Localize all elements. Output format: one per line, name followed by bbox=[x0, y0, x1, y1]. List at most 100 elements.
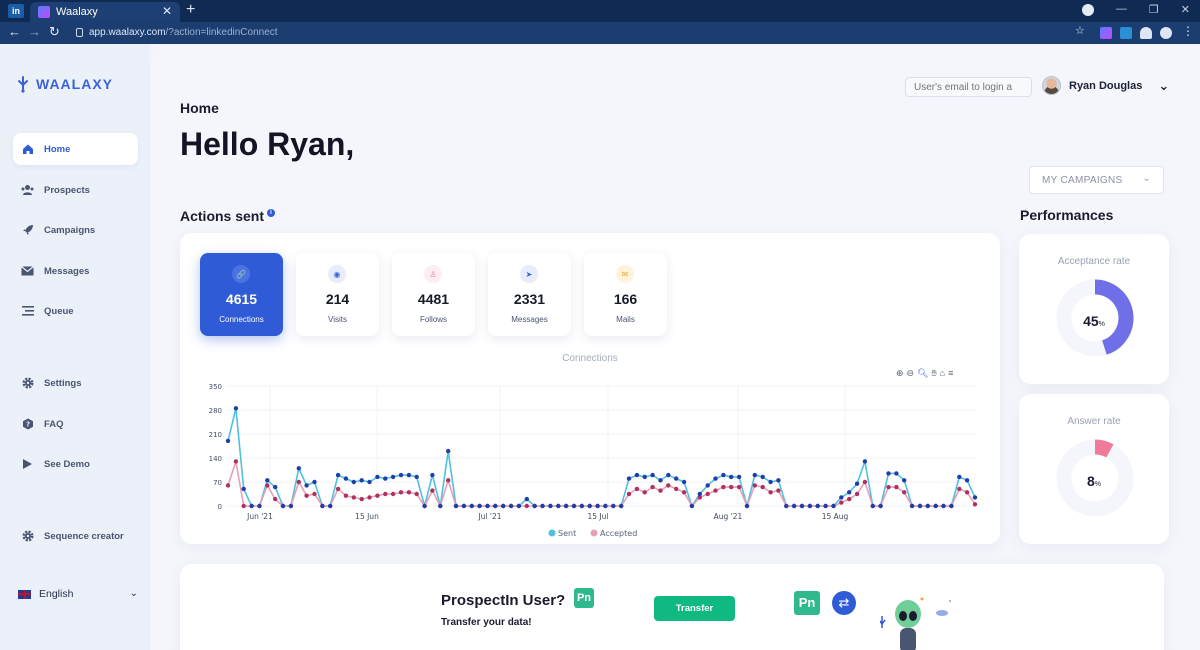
data-point-sent bbox=[705, 483, 710, 488]
data-point-accepted bbox=[658, 488, 663, 493]
sidebar-item-see-demo[interactable]: See Demo bbox=[13, 448, 138, 480]
data-point-sent bbox=[469, 503, 474, 509]
sidebar: WAALAXY Home Prospects Campaigns Message… bbox=[0, 44, 150, 650]
transfer-button[interactable]: Transfer bbox=[654, 596, 735, 621]
sidebar-item-campaigns[interactable]: Campaigns bbox=[13, 214, 138, 246]
sidebar-item-label: Messages bbox=[44, 265, 90, 277]
stat-value: 4615 bbox=[225, 291, 258, 307]
data-point-accepted bbox=[634, 486, 640, 492]
waalaxy-logo[interactable]: WAALAXY bbox=[16, 75, 113, 93]
svg-text:?: ? bbox=[25, 421, 29, 429]
data-point-accepted bbox=[964, 490, 970, 495]
data-point-sent bbox=[257, 503, 262, 509]
sidebar-item-label: Queue bbox=[44, 305, 74, 317]
y-tick-label: 210 bbox=[209, 431, 222, 439]
data-point-accepted bbox=[681, 490, 687, 495]
y-tick-label: 140 bbox=[209, 455, 222, 463]
chevron-down-icon: ⌄ bbox=[129, 588, 138, 599]
y-tick-label: 70 bbox=[213, 479, 222, 487]
campaigns-dropdown[interactable]: MY CAMPAIGNS ⌄ bbox=[1029, 166, 1164, 194]
info-icon[interactable]: i bbox=[267, 209, 276, 217]
data-point-accepted bbox=[233, 459, 239, 464]
sidebar-item-label: Prospects bbox=[44, 184, 90, 196]
sidebar-item-home[interactable]: Home bbox=[13, 133, 138, 165]
data-point-sent bbox=[430, 472, 435, 478]
sidebar-item-messages[interactable]: Messages bbox=[13, 255, 138, 287]
data-point-sent bbox=[807, 503, 813, 509]
profile-dot-icon[interactable] bbox=[1081, 4, 1094, 16]
data-point-sent bbox=[909, 503, 915, 509]
tab-title: Waalaxy bbox=[56, 6, 98, 18]
profile-icon[interactable] bbox=[1160, 27, 1172, 39]
reload-icon[interactable]: ↻ bbox=[49, 24, 60, 40]
transfer-subtitle: Transfer your data! bbox=[441, 617, 532, 628]
data-point-accepted bbox=[839, 500, 844, 505]
actions-sent-title: Actions sent bbox=[180, 208, 265, 224]
waalaxy-extension-icon[interactable] bbox=[1100, 27, 1112, 39]
back-icon[interactable]: ← bbox=[8, 24, 21, 39]
extension-icon[interactable] bbox=[1120, 27, 1132, 39]
data-point-sent bbox=[493, 503, 498, 509]
data-point-sent bbox=[438, 503, 443, 509]
data-point-sent bbox=[406, 472, 412, 478]
data-point-accepted bbox=[847, 496, 852, 502]
data-point-sent bbox=[359, 478, 364, 483]
language-selector[interactable]: English ⌄ bbox=[18, 588, 138, 600]
y-tick-label: 350 bbox=[209, 383, 222, 391]
url-field[interactable]: app.waalaxy.com/?action=linkedinConnect bbox=[89, 27, 278, 38]
data-point-sent bbox=[603, 503, 608, 509]
y-tick-label: 280 bbox=[209, 407, 222, 415]
paper-plane-icon: ➤ bbox=[520, 265, 538, 283]
linkedin-app-icon[interactable]: in bbox=[8, 4, 24, 18]
stat-messages[interactable]: ➤ 2331 Messages bbox=[488, 253, 571, 336]
link-icon: 🔗 bbox=[232, 265, 250, 283]
close-window-icon[interactable]: ✕ bbox=[1181, 3, 1190, 16]
browser-menu-icon[interactable]: ⋮ bbox=[1182, 24, 1194, 38]
sidebar-item-queue[interactable]: Queue bbox=[13, 295, 138, 327]
sidebar-item-faq[interactable]: ? FAQ bbox=[13, 408, 138, 440]
user-menu[interactable]: Ryan Douglas ⌄ bbox=[1042, 76, 1169, 95]
data-point-sent bbox=[642, 474, 647, 480]
browser-tab[interactable]: Waalaxy ✕ bbox=[30, 2, 180, 22]
data-point-accepted bbox=[367, 495, 372, 500]
data-point-sent bbox=[752, 472, 757, 478]
prospectin-logo-icon: Pn bbox=[794, 591, 820, 615]
stat-mails[interactable]: ✉ 166 Mails bbox=[584, 253, 667, 336]
stat-connections[interactable]: 🔗 4615 Connections bbox=[200, 253, 283, 336]
data-point-sent bbox=[571, 503, 577, 509]
language-label: English bbox=[39, 588, 74, 600]
data-point-sent bbox=[446, 448, 451, 454]
close-tab-icon[interactable]: ✕ bbox=[162, 4, 172, 18]
data-point-sent bbox=[304, 483, 309, 488]
maximize-icon[interactable]: ❐ bbox=[1149, 3, 1159, 16]
window-controls: — ❐ ✕ bbox=[1081, 3, 1190, 16]
bookmark-star-icon[interactable]: ☆ bbox=[1075, 24, 1085, 37]
new-tab-icon[interactable]: + bbox=[186, 1, 195, 19]
chevron-down-icon: ⌄ bbox=[1142, 173, 1151, 184]
puzzle-extensions-icon[interactable] bbox=[1140, 27, 1152, 39]
data-point-sent bbox=[453, 503, 459, 509]
stat-visits[interactable]: ◉ 214 Visits bbox=[296, 253, 379, 336]
data-point-sent bbox=[658, 478, 663, 483]
data-point-sent bbox=[894, 471, 899, 476]
data-point-accepted bbox=[957, 486, 962, 492]
sidebar-item-sequence-creator[interactable]: Sequence creator bbox=[13, 520, 138, 552]
x-tick-label: 15 Aug bbox=[822, 512, 849, 521]
answer-rate-value: 8% bbox=[1019, 473, 1169, 489]
acceptance-rate-label: Acceptance rate bbox=[1057, 256, 1131, 267]
stat-value: 166 bbox=[613, 291, 638, 307]
user-email-login-input[interactable] bbox=[905, 77, 1032, 97]
data-point-accepted bbox=[335, 486, 341, 492]
sidebar-item-prospects[interactable]: Prospects bbox=[13, 174, 138, 206]
data-point-sent bbox=[579, 503, 584, 509]
acceptance-rate-value: 45% bbox=[1019, 313, 1169, 329]
forward-icon[interactable]: → bbox=[28, 24, 41, 39]
x-tick-label: Jun '21 bbox=[246, 512, 273, 521]
data-point-sent bbox=[296, 466, 301, 471]
sidebar-item-settings[interactable]: Settings bbox=[13, 367, 138, 399]
users-icon bbox=[21, 184, 34, 197]
legend-marker-sent bbox=[548, 529, 556, 537]
stat-follows[interactable]: ♙ 4481 Follows bbox=[392, 253, 475, 336]
page-title: Hello Ryan, bbox=[180, 126, 355, 162]
minimize-icon[interactable]: — bbox=[1116, 3, 1127, 16]
